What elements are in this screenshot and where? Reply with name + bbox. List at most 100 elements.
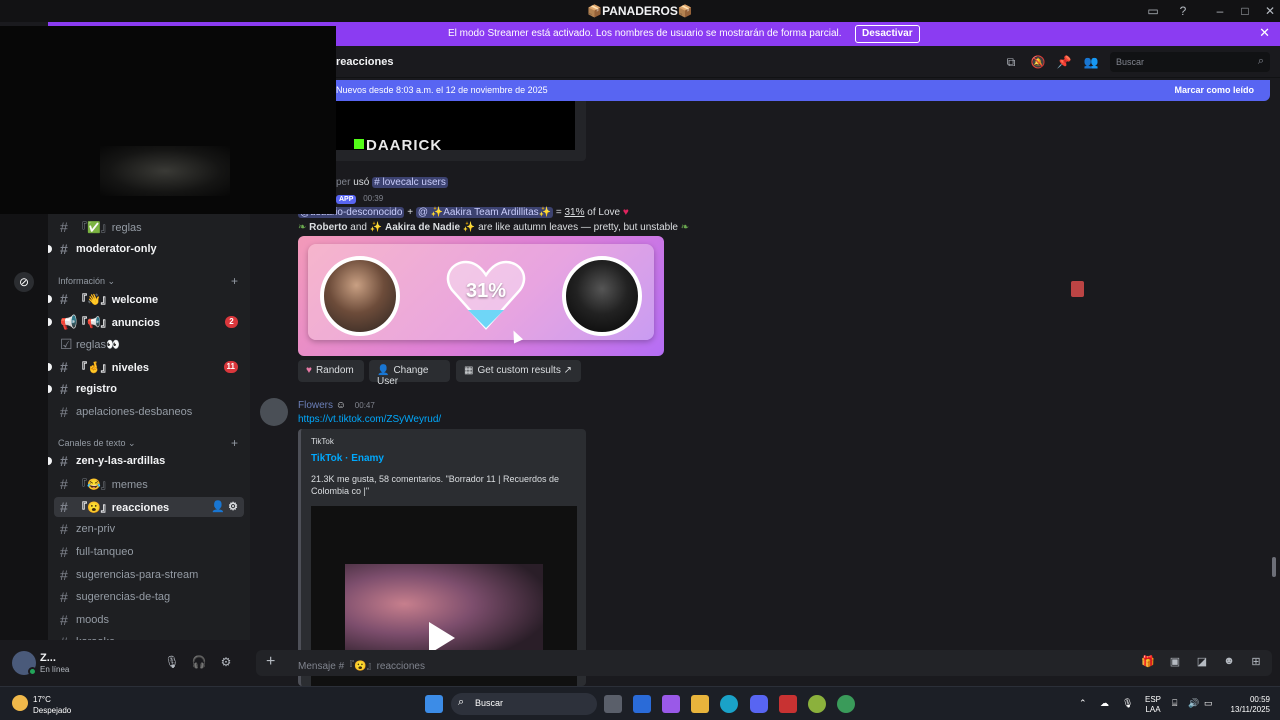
command-label: lovecalc users	[382, 177, 446, 188]
channel-welcome[interactable]: # 『👋』welcome	[48, 289, 244, 309]
category-informacion[interactable]: Información ⌄ +	[58, 274, 238, 288]
search-input[interactable]: Buscar ⌕	[1110, 52, 1270, 72]
message-composer[interactable]: + Mensaje #『😮』reacciones 🎁 ▣ ◪ ☻ ⊞	[256, 650, 1272, 676]
change-user-button[interactable]: 👤 Change User	[369, 360, 450, 387]
embed-image[interactable]: DAARICK	[310, 101, 575, 150]
embed-logo-text: DAARICK	[366, 137, 443, 150]
channel-reacciones[interactable]: # 『😮』reacciones 👤 ⚙	[54, 497, 244, 517]
tray-chevron-icon[interactable]: ⌃	[1079, 698, 1087, 709]
disable-streamer-button[interactable]: Desactivar	[855, 25, 920, 43]
language-indicator[interactable]: ESP LAA	[1145, 695, 1161, 715]
apps-icon[interactable]: ⊞	[1248, 655, 1264, 671]
composer-placeholder: Mensaje #『😮』reacciones	[298, 661, 425, 672]
members-icon[interactable]: 👥	[1083, 55, 1099, 71]
avatar[interactable]	[260, 398, 288, 426]
channel-label: 『👋』welcome	[76, 294, 159, 306]
hash-icon: #	[60, 476, 68, 492]
moon-weather-icon[interactable]	[12, 695, 28, 711]
channel-zen-y-las-ardillas[interactable]: # zen-y-las-ardillas	[48, 451, 244, 471]
scrollbar[interactable]	[1272, 557, 1276, 577]
custom-results-button[interactable]: ▦ Get custom results ↗	[456, 360, 581, 382]
start-icon[interactable]	[425, 695, 443, 713]
network-icon[interactable]: ⌸	[1172, 698, 1177, 709]
tf-app-icon[interactable]	[779, 695, 797, 713]
mic-tray-icon[interactable]: 🎙	[1122, 698, 1133, 709]
battery-icon[interactable]: ▭	[1204, 698, 1213, 709]
headphones-icon[interactable]: 🎧	[191, 655, 207, 671]
lovecalc-card[interactable]: 31%	[298, 236, 664, 356]
whatsapp-icon[interactable]	[837, 695, 855, 713]
user-icon: 👤	[377, 365, 390, 376]
channel-moods[interactable]: # moods	[54, 610, 244, 630]
channel-sugerencias-para-stream[interactable]: # sugerencias-para-stream	[54, 565, 244, 585]
user-settings-icon[interactable]: ⚙	[218, 655, 234, 671]
channel-apelaciones[interactable]: # apelaciones-desbaneos	[54, 402, 244, 422]
username[interactable]: Z...	[40, 652, 56, 664]
threads-icon[interactable]: ⧉	[1003, 55, 1019, 71]
notifications-icon[interactable]: 🔕	[1030, 55, 1046, 71]
channel-sugerencias-de-tag[interactable]: # sugerencias-de-tag	[54, 587, 244, 607]
avatar[interactable]	[12, 651, 37, 676]
gif-icon[interactable]: ▣	[1167, 655, 1183, 671]
store-icon[interactable]	[633, 695, 651, 713]
taskbar-search[interactable]: ⌕ Buscar	[451, 693, 597, 715]
channel-zen-priv[interactable]: # zen-priv	[54, 519, 244, 539]
sticker-picker-icon[interactable]: ◪	[1194, 655, 1210, 671]
add-channel-icon[interactable]: +	[231, 436, 238, 450]
random-button[interactable]: ♥ Random	[298, 360, 364, 382]
channel-anuncios[interactable]: 📢 『📢』anuncios 2	[48, 312, 244, 332]
add-channel-icon[interactable]: +	[231, 274, 238, 288]
volume-icon[interactable]: 🔊	[1188, 698, 1199, 709]
tiktok-link[interactable]: https://vt.tiktok.com/ZSyWeyrud/	[298, 414, 441, 425]
channel-label: sugerencias-para-stream	[76, 569, 199, 581]
embed-title[interactable]: TikTok · Enamy	[311, 453, 384, 464]
category-canales-de-texto[interactable]: Canales de texto ⌄ +	[58, 436, 238, 450]
channel-reglas[interactable]: ☑ reglas👀	[54, 334, 244, 354]
channel-settings-icon[interactable]: 👤 ⚙	[211, 500, 238, 513]
message-link[interactable]: https://vt.tiktok.com/ZSyWeyrud/	[298, 414, 441, 425]
channel-karaoke[interactable]: #karaoke	[54, 632, 244, 640]
category-label: Canales de texto	[58, 438, 126, 448]
game-app-icon[interactable]	[808, 695, 826, 713]
sparkle-icon: ✨	[369, 222, 383, 233]
user-status: En línea	[40, 665, 70, 674]
channel-memes[interactable]: # 『😂』memes	[54, 474, 244, 494]
language-code: ESP	[1145, 695, 1162, 704]
lovecalc-card-inner: 31%	[308, 244, 654, 340]
help-icon[interactable]: ?	[1175, 3, 1191, 19]
channel-niveles[interactable]: # 『🤞』niveles 11	[48, 357, 244, 377]
mark-as-read-button[interactable]: Marcar como leído	[1174, 85, 1254, 95]
gift-icon[interactable]: 🎁	[1140, 655, 1156, 671]
mention-user2[interactable]: @ ✨Aakira Team Ardillitas✨	[415, 207, 554, 218]
chat-area: reacciones ⧉ 🔕 📌 👥 Buscar ⌕ Nuevos desde …	[250, 46, 1280, 686]
minimize-icon[interactable]: –	[1212, 3, 1228, 19]
onedrive-icon[interactable]: ☁	[1100, 698, 1109, 709]
channel-registro[interactable]: # registro	[48, 379, 244, 399]
emoji-icon[interactable]: ☻	[1221, 655, 1237, 671]
task-view-icon[interactable]	[604, 695, 622, 713]
channel-full-tanqueo[interactable]: # full-tanqueo	[54, 542, 244, 562]
taskbar-clock[interactable]: 00:59 13/11/2025	[1220, 695, 1270, 715]
command-user[interactable]: per	[336, 177, 350, 188]
attach-plus-icon[interactable]: +	[266, 653, 275, 671]
copilot-icon[interactable]	[662, 695, 680, 713]
edge-icon[interactable]	[720, 695, 738, 713]
close-banner-icon[interactable]: ✕	[1259, 25, 1270, 41]
close-window-icon[interactable]: ✕	[1262, 3, 1278, 19]
maximize-icon[interactable]: □	[1237, 3, 1253, 19]
user1-avatar	[320, 256, 400, 336]
pin-icon[interactable]: 📌	[1056, 55, 1072, 71]
channel-moderator-only[interactable]: # moderator-only	[48, 239, 244, 259]
discovery-icon[interactable]: ⊘	[14, 272, 34, 292]
discord-icon[interactable]	[750, 695, 768, 713]
hash-icon: #	[60, 521, 68, 537]
inbox-icon[interactable]: ▭	[1145, 3, 1161, 19]
lovecalc-result-line: @usuario-desconocido + @ ✨Aakira Team Ar…	[298, 207, 629, 218]
channel-reglas-top[interactable]: # 『✅』reglas	[54, 217, 244, 237]
new-messages-bar[interactable]: Nuevos desde 8:03 a.m. el 12 de noviembr…	[320, 80, 1270, 101]
file-explorer-icon[interactable]	[691, 695, 709, 713]
command-name[interactable]: # lovecalc users	[372, 177, 448, 188]
microphone-icon[interactable]: 🎙	[164, 655, 180, 671]
megaphone-icon: 📢	[60, 313, 78, 330]
message-author[interactable]: Flowers	[298, 400, 333, 411]
